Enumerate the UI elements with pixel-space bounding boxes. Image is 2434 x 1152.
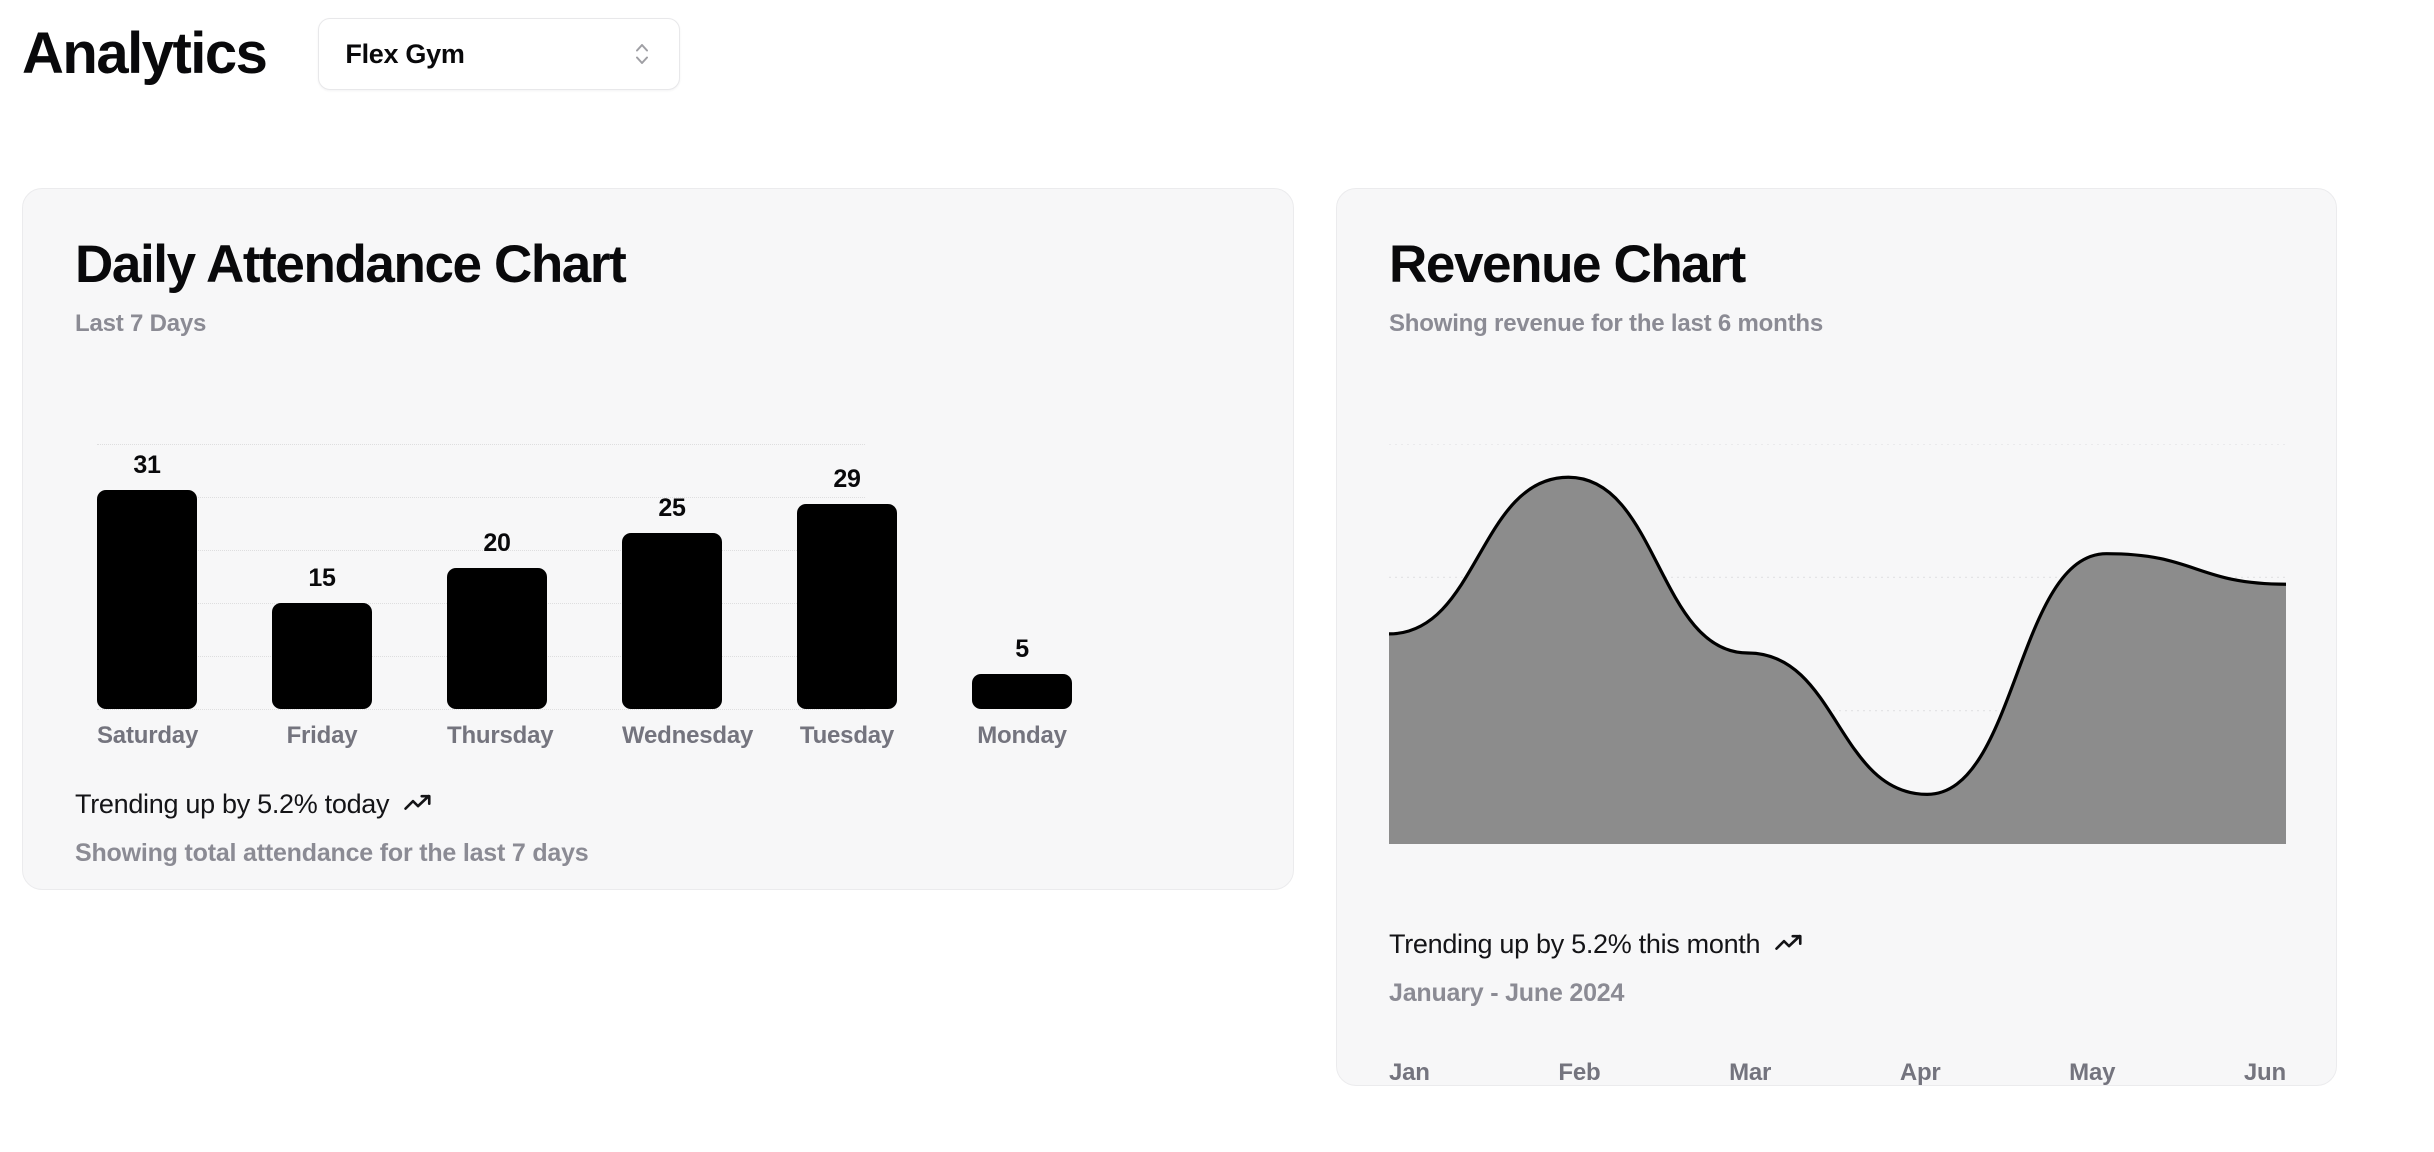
bar-axis-label: Thursday xyxy=(447,722,554,749)
gym-select-value: Flex Gym xyxy=(345,38,465,69)
bar-axis-label: Tuesday xyxy=(799,722,895,749)
month-axis-label: Jun xyxy=(2243,1059,2286,1086)
bar-value-label: 31 xyxy=(133,451,161,480)
attendance-trend-text: Trending up by 5.2% today xyxy=(75,789,390,819)
month-axis-label: Apr xyxy=(1899,1059,1941,1086)
bar-value-label: 15 xyxy=(308,564,336,593)
trending-up-icon xyxy=(403,789,433,820)
attendance-card-title: Daily Attendance Chart xyxy=(75,235,627,294)
bar-value-label: 25 xyxy=(658,493,686,522)
revenue-area-fill xyxy=(1389,477,2286,844)
page-title: Analytics xyxy=(22,21,268,86)
bar-axis-label: Monday xyxy=(977,722,1067,749)
revenue-card: Revenue Chart Showing revenue for the la… xyxy=(1336,188,2337,1086)
month-axis-label: Feb xyxy=(1558,1059,1601,1086)
bar-item[interactable]: 25 xyxy=(622,444,722,709)
bar-chart-bars: 31 15 20 25 29 5 xyxy=(97,444,1255,709)
revenue-card-subtitle: Showing revenue for the last 6 months xyxy=(1389,309,1823,337)
bar-axis-label: Saturday xyxy=(97,722,199,749)
revenue-card-footer: Trending up by 5.2% this month January -… xyxy=(1389,929,1804,1008)
chevron-up-down-icon xyxy=(631,37,653,71)
bar-item[interactable]: 29 xyxy=(797,444,897,709)
attendance-bar-chart: 31 15 20 25 29 5 xyxy=(75,444,1255,710)
revenue-card-title: Revenue Chart xyxy=(1389,235,1746,294)
attendance-card-footer: Trending up by 5.2% today Showing total … xyxy=(75,789,589,868)
daily-attendance-card: Daily Attendance Chart Last 7 Days 31 15 2… xyxy=(22,188,1294,890)
month-axis-label: Mar xyxy=(1729,1059,1772,1086)
bar-item[interactable]: 5 xyxy=(972,444,1072,709)
page-header: Analytics Flex Gym xyxy=(22,14,681,94)
revenue-area-chart xyxy=(1387,443,2288,845)
revenue-x-axis-labels: Jan Feb Mar Apr May Jun xyxy=(1389,1059,2286,1087)
bar-rect[interactable] xyxy=(972,673,1072,709)
bar-value-label: 20 xyxy=(483,528,511,557)
bar-rect[interactable] xyxy=(622,532,722,709)
bar-value-label: 5 xyxy=(1015,634,1029,663)
revenue-card-header: Revenue Chart Showing revenue for the la… xyxy=(1389,237,1823,338)
attendance-card-header: Daily Attendance Chart Last 7 Days xyxy=(75,235,627,338)
month-axis-label: May xyxy=(2069,1059,2116,1086)
revenue-trend-text: Trending up by 5.2% this month xyxy=(1389,929,1761,959)
bar-rect[interactable] xyxy=(97,490,197,709)
bar-rect[interactable] xyxy=(797,504,897,709)
bar-rect[interactable] xyxy=(272,603,372,709)
revenue-footer-note: January - June 2024 xyxy=(1389,979,1625,1007)
bar-item[interactable]: 20 xyxy=(447,444,547,709)
gym-select[interactable]: Flex Gym xyxy=(318,18,681,90)
attendance-card-subtitle: Last 7 Days xyxy=(75,309,207,337)
gridline xyxy=(97,709,865,710)
bar-axis-label: Wednesday xyxy=(622,722,754,749)
bar-item[interactable]: 15 xyxy=(272,444,372,709)
bar-rect[interactable] xyxy=(447,567,547,709)
bar-chart-x-axis-labels: Saturday Friday Thursday Wednesday Tuesday Mo… xyxy=(97,722,1255,750)
trending-up-icon xyxy=(1774,929,1804,960)
bar-item[interactable]: 31 xyxy=(97,444,197,709)
attendance-trend: Trending up by 5.2% today xyxy=(75,789,589,820)
bar-axis-label: Friday xyxy=(286,722,358,749)
revenue-trend: Trending up by 5.2% this month xyxy=(1389,929,1804,960)
attendance-footer-note: Showing total attendance for the last 7 … xyxy=(75,839,589,867)
revenue-area-svg xyxy=(1387,443,2288,845)
month-axis-label: Jan xyxy=(1389,1059,1430,1086)
bar-value-label: 29 xyxy=(833,465,861,494)
analytics-page: Analytics Flex Gym Daily Attendance Char… xyxy=(0,0,2434,1152)
